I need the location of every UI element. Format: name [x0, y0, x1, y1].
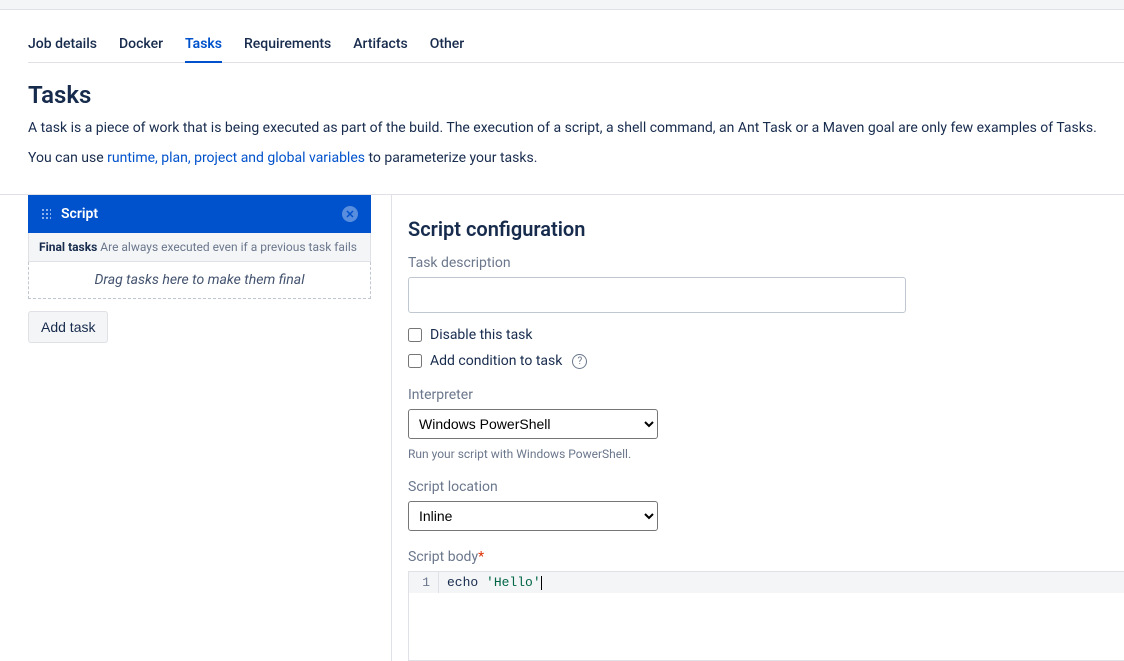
task-list-panel: Script ✕ Final tasks Are always executed… [28, 195, 371, 661]
required-asterisk: * [478, 549, 484, 565]
line-number: 1 [409, 572, 439, 593]
disable-task-label: Disable this task [430, 327, 533, 343]
page-title: Tasks [28, 81, 1124, 109]
tab-docker[interactable]: Docker [119, 28, 163, 62]
add-condition-checkbox[interactable] [408, 354, 422, 368]
interpreter-label: Interpreter [408, 387, 1124, 403]
drag-handle-icon[interactable] [41, 208, 51, 220]
final-tasks-sub: Are always executed even if a previous t… [100, 240, 357, 254]
intro2-post: to parameterize your tasks. [365, 150, 537, 166]
variables-link[interactable]: runtime, plan, project and global variab… [107, 150, 365, 166]
intro2-pre: You can use [28, 150, 107, 166]
final-tasks-dropzone[interactable]: Drag tasks here to make them final [28, 262, 371, 299]
task-item-label: Script [61, 206, 98, 222]
tab-tasks[interactable]: Tasks [185, 28, 222, 62]
task-description-input[interactable] [408, 277, 906, 313]
task-config-panel: Script configuration Task description Di… [391, 195, 1124, 661]
remove-task-button[interactable]: ✕ [342, 206, 358, 222]
config-title: Script configuration [408, 217, 1124, 241]
add-condition-label: Add condition to task [430, 353, 562, 369]
task-item-script[interactable]: Script ✕ [28, 195, 371, 233]
add-task-button[interactable]: Add task [28, 311, 108, 343]
task-description-label: Task description [408, 255, 1124, 271]
app-top-strip [0, 0, 1124, 10]
script-body-label: Script body* [408, 549, 1124, 565]
tab-requirements[interactable]: Requirements [244, 28, 331, 62]
tab-job-details[interactable]: Job details [28, 28, 97, 62]
code-line: 1 echo 'Hello' [409, 572, 1124, 593]
script-body-label-text: Script body [408, 549, 478, 565]
tab-bar: Job details Docker Tasks Requirements Ar… [28, 28, 1124, 63]
script-location-select[interactable]: Inline [408, 501, 658, 531]
intro-text-2: You can use runtime, plan, project and g… [28, 149, 1124, 169]
tab-other[interactable]: Other [430, 28, 465, 62]
script-location-label: Script location [408, 479, 1124, 495]
interpreter-select[interactable]: Windows PowerShell [408, 409, 658, 439]
disable-task-checkbox[interactable] [408, 328, 422, 342]
tab-artifacts[interactable]: Artifacts [353, 28, 407, 62]
close-icon: ✕ [345, 209, 354, 220]
help-icon[interactable]: ? [572, 354, 587, 369]
text-cursor [541, 576, 542, 590]
intro-text: A task is a piece of work that is being … [28, 119, 1124, 139]
code-string: 'Hello' [486, 575, 541, 590]
final-tasks-label: Final tasks [39, 240, 97, 254]
code-content[interactable]: echo 'Hello' [439, 572, 1124, 593]
interpreter-hint: Run your script with Windows PowerShell. [408, 447, 1124, 461]
code-keyword: echo [447, 575, 478, 590]
script-body-editor[interactable]: 1 echo 'Hello' [408, 571, 1124, 661]
final-tasks-header: Final tasks Are always executed even if … [28, 233, 371, 262]
